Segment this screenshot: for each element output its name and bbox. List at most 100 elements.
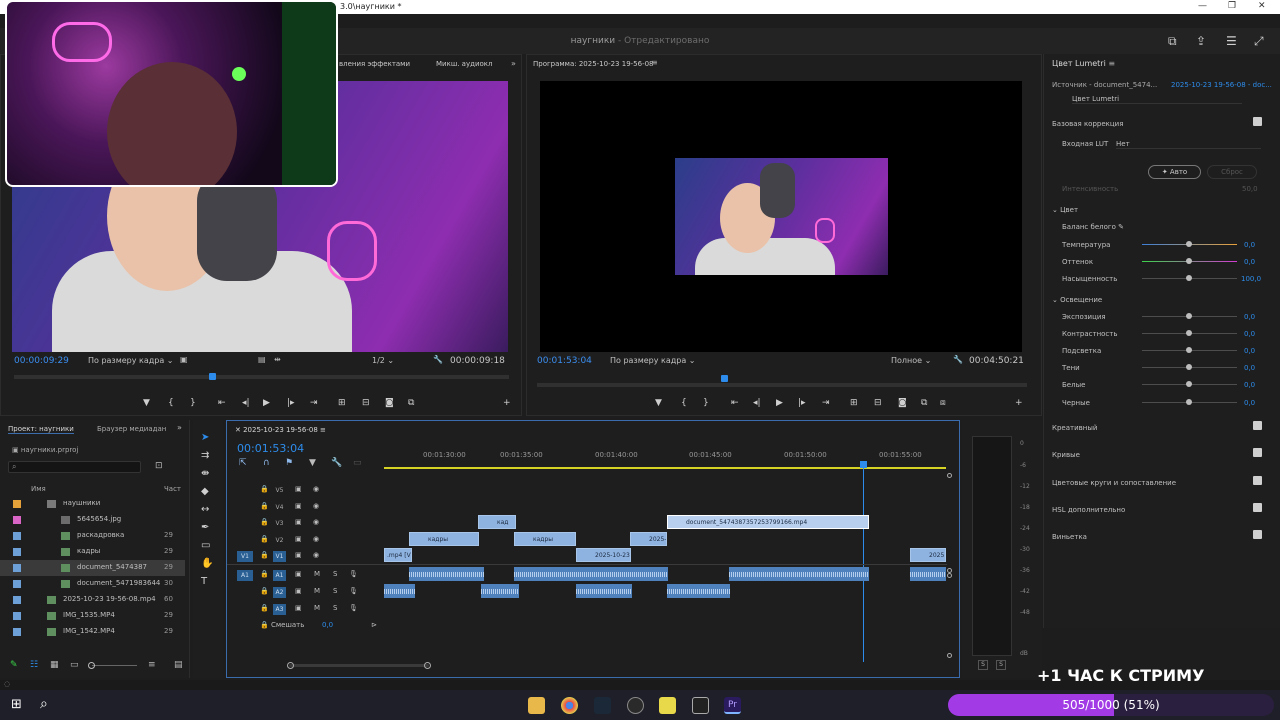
- program-add-icon[interactable]: +: [1015, 398, 1023, 408]
- whites-value[interactable]: 0,0: [1244, 381, 1255, 389]
- tab-audio-mixer[interactable]: Микш. аудиокл: [436, 60, 492, 68]
- steam-icon[interactable]: [594, 697, 611, 714]
- audio-clip[interactable]: [481, 584, 519, 598]
- maximize-button[interactable]: ❐: [1228, 1, 1236, 11]
- sync-lock-icon[interactable]: ▣: [295, 535, 302, 543]
- lock-icon[interactable]: 🔒: [260, 604, 269, 612]
- zoom-slider[interactable]: [92, 665, 137, 666]
- windows-start-icon[interactable]: ⊞: [11, 697, 22, 712]
- saturation-knob[interactable]: [1186, 275, 1192, 281]
- source-playhead[interactable]: [209, 373, 216, 380]
- vignette-checkbox[interactable]: [1253, 530, 1262, 539]
- sync-lock-icon[interactable]: ▣: [295, 502, 302, 510]
- premiere-pro-icon[interactable]: Pr: [724, 697, 741, 714]
- lumetri-source[interactable]: Источник - document_5474...: [1052, 81, 1157, 89]
- wrench-icon[interactable]: 🔧: [433, 355, 443, 364]
- exposure-knob[interactable]: [1186, 313, 1192, 319]
- track-v4-label[interactable]: V4: [273, 502, 286, 513]
- saturation-value[interactable]: 100,0: [1241, 275, 1261, 283]
- razor-tool-icon[interactable]: ◆: [201, 486, 209, 497]
- auto-button[interactable]: ✦ Авто: [1148, 165, 1201, 179]
- temperature-value[interactable]: 0,0: [1244, 241, 1255, 249]
- exposure-value[interactable]: 0,0: [1244, 313, 1255, 321]
- close-button[interactable]: ✕: [1258, 1, 1266, 11]
- source-timecode[interactable]: 00:00:09:29: [14, 356, 69, 366]
- rectangle-tool-icon[interactable]: ▭: [201, 540, 210, 551]
- clip-v3-kadry[interactable]: кад: [478, 515, 516, 529]
- program-export-frame-icon[interactable]: ◙: [898, 398, 907, 408]
- obs-icon[interactable]: [627, 697, 644, 714]
- lock-icon[interactable]: 🔒: [260, 535, 269, 543]
- clip-v2-kadry-2[interactable]: кадры: [514, 532, 576, 546]
- program-go-in-icon[interactable]: ⇤: [731, 398, 739, 408]
- list-view-icon[interactable]: ☷: [30, 660, 38, 670]
- go-to-in-icon[interactable]: ⇤: [218, 398, 226, 408]
- hsl-checkbox[interactable]: [1253, 503, 1262, 512]
- source-resolution-select[interactable]: 1/2 ⌄: [372, 356, 394, 365]
- pencil-icon[interactable]: ✎: [10, 660, 18, 670]
- vignette-section[interactable]: Виньетка: [1052, 533, 1087, 541]
- program-compare2-icon[interactable]: ⧈: [940, 398, 946, 408]
- clip-v3-document[interactable]: document_547438735725379916​6.mp4: [667, 515, 869, 529]
- blacks-value[interactable]: 0,0: [1244, 399, 1255, 407]
- source-patch-a1[interactable]: A1: [237, 570, 253, 581]
- menu-icon[interactable]: ☰: [1226, 34, 1237, 48]
- eye-icon[interactable]: ◉: [313, 551, 319, 559]
- linked-selection-icon[interactable]: ∩: [263, 458, 270, 468]
- hscroll-right-handle[interactable]: [424, 662, 431, 669]
- program-playhead[interactable]: [721, 375, 728, 382]
- program-wrench-icon[interactable]: 🔧: [953, 355, 963, 364]
- lock-icon[interactable]: 🔒: [260, 587, 269, 595]
- mute-button[interactable]: M: [314, 587, 320, 595]
- hand-tool-icon[interactable]: ✋: [201, 558, 213, 569]
- settings-icon[interactable]: ▣: [180, 355, 188, 364]
- eyedropper-icon[interactable]: ✎: [1118, 223, 1124, 231]
- program-fit-select[interactable]: По размеру кадра ⌄: [610, 356, 696, 365]
- project-item[interactable]: IMG_1535.MP4 29: [0, 608, 185, 624]
- project-overflow-icon[interactable]: »: [177, 423, 182, 432]
- step-forward-icon[interactable]: |▸: [287, 398, 295, 408]
- creative-checkbox[interactable]: [1253, 421, 1262, 430]
- zoom-knob[interactable]: [88, 662, 95, 669]
- file-explorer-icon[interactable]: [528, 697, 545, 714]
- solo-button[interactable]: S: [333, 604, 337, 612]
- freeform-view-icon[interactable]: ▭: [70, 660, 79, 670]
- saturation-slider[interactable]: [1142, 275, 1237, 281]
- basic-correction-header[interactable]: Базовая коррекция: [1052, 120, 1123, 128]
- project-search-input[interactable]: ⌕: [8, 461, 141, 473]
- tint-slider[interactable]: [1142, 258, 1237, 264]
- captions-icon[interactable]: ▭: [353, 458, 362, 468]
- sync-lock-icon[interactable]: ▣: [295, 587, 302, 595]
- curves-section[interactable]: Кривые: [1052, 451, 1080, 459]
- contrast-value[interactable]: 0,0: [1244, 330, 1255, 338]
- column-name[interactable]: Имя: [31, 485, 46, 493]
- clip-v2-2025[interactable]: 2025-: [630, 532, 667, 546]
- whites-knob[interactable]: [1186, 381, 1192, 387]
- program-marker-icon[interactable]: ▼: [655, 398, 662, 408]
- davinci-icon[interactable]: [692, 697, 709, 714]
- app-icon[interactable]: [659, 697, 676, 714]
- eye-icon[interactable]: ◉: [313, 535, 319, 543]
- project-item[interactable]: раскадровка 29: [0, 528, 185, 544]
- hsl-section[interactable]: HSL дополнительно: [1052, 506, 1125, 514]
- whites-slider[interactable]: [1142, 381, 1237, 387]
- lock-icon[interactable]: 🔒: [260, 570, 269, 578]
- color-wheels-checkbox[interactable]: [1253, 476, 1262, 485]
- sync-lock-icon[interactable]: ▣: [295, 485, 302, 493]
- shadows-slider[interactable]: [1142, 364, 1237, 370]
- new-item-icon[interactable]: ▤: [174, 660, 183, 670]
- fullscreen-icon[interactable]: ⤢: [1254, 34, 1264, 49]
- marker-icon[interactable]: ▼: [309, 458, 316, 468]
- curves-checkbox[interactable]: [1253, 448, 1262, 457]
- audio-clip[interactable]: [578, 567, 630, 581]
- workspace-icon[interactable]: ⧉: [1168, 34, 1177, 49]
- step-back-icon[interactable]: ◂|: [242, 398, 250, 408]
- program-step-back-icon[interactable]: ◂|: [753, 398, 761, 408]
- creative-section[interactable]: Креативный: [1052, 424, 1097, 432]
- mic-icon[interactable]: 🎙: [349, 604, 358, 612]
- audio-clip[interactable]: [384, 584, 415, 598]
- minimize-button[interactable]: —: [1198, 1, 1207, 11]
- program-timecode[interactable]: 00:01:53:04: [537, 356, 592, 366]
- track-a1-label[interactable]: A1: [273, 570, 286, 581]
- clip-v1-2025[interactable]: 2025-10-23 1: [576, 548, 631, 562]
